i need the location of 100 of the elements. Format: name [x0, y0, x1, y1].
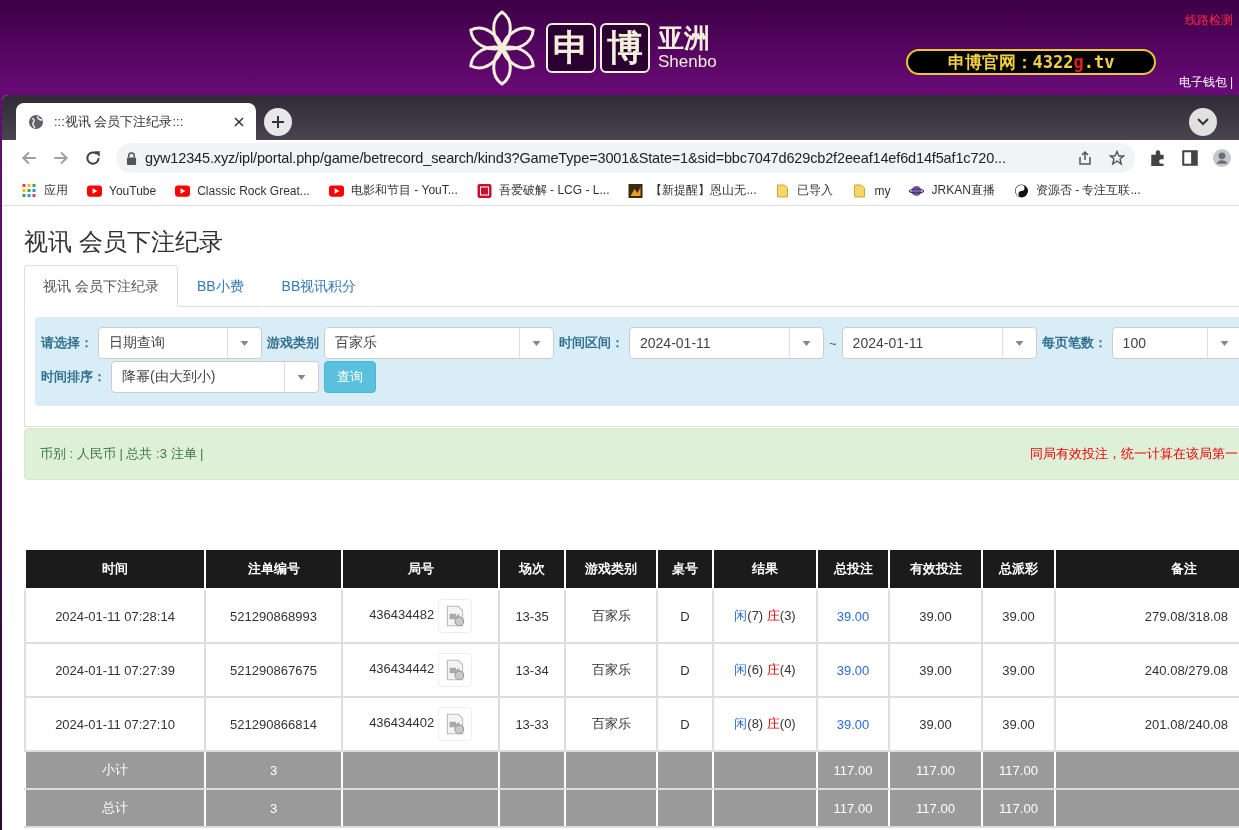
filter-label: 时间区间： — [559, 334, 624, 352]
select-field[interactable]: 降幂(由大到小) — [111, 361, 319, 393]
bookmark[interactable]: Classic Rock Great... — [175, 183, 310, 198]
play-icon — [328, 183, 344, 198]
wallet-link[interactable]: 电子钱包 | — [1178, 74, 1233, 91]
bet-amount-link[interactable]: 39.00 — [817, 589, 889, 643]
table-cell: 39.00 — [889, 643, 982, 697]
browser-tab[interactable]: :::视讯 会员下注纪录::: — [16, 103, 256, 140]
select-field[interactable]: 日期查询 — [98, 327, 262, 359]
total-cell: 117.00 — [982, 751, 1055, 789]
notice-text: 同局有效投注，统一计算在该局第一 — [1030, 445, 1238, 463]
share-icon[interactable] — [1077, 150, 1093, 166]
folder-icon — [852, 183, 868, 198]
apps-grid-icon — [22, 183, 37, 198]
logo-character: 申 — [546, 23, 596, 73]
site-url-banner: 申博官网：4322g.tv — [906, 49, 1156, 75]
tab[interactable]: BB视讯积分 — [262, 265, 376, 307]
table-cell: 13-35 — [499, 589, 565, 643]
column-header: 结果 — [713, 550, 817, 589]
column-header: 备注 — [1055, 550, 1239, 589]
column-header: 时间 — [25, 550, 205, 589]
caret-icon — [1219, 340, 1229, 346]
select-field[interactable]: 100 — [1111, 327, 1239, 359]
total-cell: 117.00 — [817, 751, 889, 789]
column-header: 总投注 — [817, 550, 889, 589]
table-cell: 436434442 — [369, 661, 435, 677]
table-cell: 521290867675 — [205, 643, 342, 697]
select-field[interactable]: 2024-01-11 — [629, 327, 824, 359]
bookmark[interactable]: 已导入 — [775, 182, 834, 199]
tab[interactable]: 视讯 会员下注纪录 — [24, 265, 178, 307]
total-cell: 117.00 — [817, 789, 889, 827]
logo-text: 亚洲 — [658, 23, 711, 53]
table-cell: 39.00 — [889, 589, 982, 643]
bookmark[interactable]: 【新提醒】恩山无... — [628, 182, 757, 199]
tab[interactable]: BB小费 — [177, 265, 263, 307]
filter-label: 时间排序： — [41, 368, 106, 386]
reload-icon[interactable] — [84, 149, 102, 167]
play-icon — [175, 183, 191, 198]
table-cell: 436434482 — [369, 607, 435, 623]
bookmark[interactable]: 吾爱破解 - LCG - L... — [476, 182, 610, 199]
result-cell: 闲(6) 庄(4) — [713, 643, 817, 697]
caret-icon — [297, 374, 306, 380]
close-icon[interactable] — [234, 116, 244, 127]
bookmark[interactable]: my — [852, 183, 891, 198]
column-header: 场次 — [499, 550, 565, 589]
lock-icon — [126, 151, 137, 165]
tab-search-button[interactable] — [1189, 108, 1217, 136]
yin-yang-icon — [1013, 183, 1029, 198]
bet-amount-link[interactable]: 39.00 — [817, 643, 889, 697]
filter-label: 游戏类别 — [267, 334, 319, 352]
profile-icon[interactable] — [1213, 149, 1231, 167]
total-cell: 117.00 — [889, 751, 982, 789]
site-icon — [628, 183, 644, 198]
bookmark[interactable]: JRKAN直播 — [909, 182, 995, 199]
planet-icon — [909, 183, 925, 198]
bookmark[interactable]: 应用 — [22, 182, 68, 199]
logo-character: 博 — [600, 23, 650, 73]
total-cell: 总计 — [25, 789, 205, 827]
folder-icon — [775, 183, 791, 198]
page-title: 视讯 会员下注纪录 — [24, 227, 224, 257]
range-separator: ~ — [829, 335, 837, 351]
column-header: 总派彩 — [982, 550, 1055, 589]
caret-icon — [532, 340, 541, 346]
table-cell: 13-34 — [499, 643, 565, 697]
total-cell: 小计 — [25, 751, 205, 789]
summary-text: 币别 : 人民币 | 总共 :3 注单 | — [40, 445, 204, 463]
side-panel-icon[interactable] — [1181, 149, 1199, 167]
table-cell: D — [657, 589, 713, 643]
result-cell: 闲(7) 庄(3) — [713, 589, 817, 643]
column-header: 桌号 — [657, 550, 713, 589]
filter-label: 每页笔数： — [1041, 334, 1107, 352]
column-header: 局号 — [342, 550, 499, 589]
caret-icon — [1014, 340, 1024, 346]
caret-icon — [802, 340, 811, 346]
chevron-down-icon — [1197, 118, 1209, 126]
bookmark[interactable]: 电影和节目 - YouT... — [328, 182, 458, 199]
new-tab-button[interactable] — [264, 108, 292, 136]
bookmark[interactable]: 资源否 - 专注互联... — [1013, 182, 1141, 199]
column-header: 有效投注 — [889, 550, 982, 589]
forward-icon[interactable] — [52, 149, 70, 167]
address-bar[interactable]: gyw12345.xyz/ipl/portal.php/game/betrecord_search/kind3?GameType=3001&State=1&sid=bbc7047d629cb2f2eeaf14ef6d14f5af1c720... — [116, 143, 1135, 173]
column-header: 游戏类别 — [565, 550, 657, 589]
globe-icon — [28, 113, 44, 130]
table-cell: 39.00 — [982, 643, 1055, 697]
star-icon[interactable] — [1109, 150, 1125, 166]
table-cell: 2024-01-11 07:27:39 — [25, 643, 205, 697]
total-cell: 3 — [205, 751, 342, 789]
bookmark[interactable]: YouTube — [87, 183, 157, 198]
table-cell: 436434402 — [369, 715, 435, 731]
play-icon — [87, 183, 102, 198]
back-icon[interactable] — [20, 149, 38, 167]
site-icon — [476, 183, 492, 198]
puzzle-icon[interactable] — [1149, 149, 1167, 167]
table-cell: D — [657, 643, 713, 697]
logo-text: Shenbo — [658, 52, 717, 73]
select-field[interactable]: 百家乐 — [324, 327, 554, 359]
line-check-link[interactable]: 线路检测 — [1185, 12, 1233, 29]
table-cell: 2024-01-11 07:28:14 — [25, 589, 205, 643]
select-field[interactable]: 2024-01-11 — [841, 327, 1037, 359]
column-header: 注单编号 — [205, 550, 342, 589]
